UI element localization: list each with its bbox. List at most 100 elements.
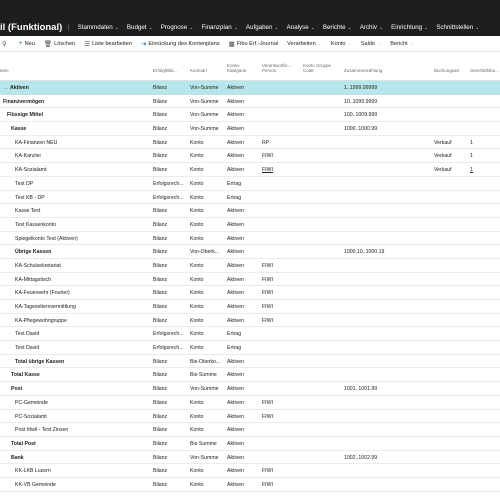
- table-row[interactable]: Total Kasse Bilanz Bis-Summe Aktiven: [0, 368, 500, 383]
- table-row[interactable]: KA-Pflegewohngruppe Bilanz Konto Aktiven FIW…: [0, 314, 500, 328]
- fibu-journal-button[interactable]: ▦ Fibu Erf.-Journal: [229, 40, 279, 48]
- table-row[interactable]: KA-Tageselternvermittlung Bilanz Konto Akti…: [0, 300, 500, 314]
- cell-zusammen: 100..1009.999: [344, 112, 378, 119]
- nav-label: Prognose: [160, 24, 188, 31]
- nav-analyse[interactable]: Analyse ⌄: [287, 24, 315, 31]
- cell-name[interactable]: Bank: [11, 455, 24, 461]
- cell-name[interactable]: KK-VB Gemeinde: [15, 482, 56, 488]
- table-row[interactable]: Test DP Erfolgsrech... Konto Ertrag: [0, 177, 500, 191]
- cell-name[interactable]: Test KB - DP: [15, 195, 45, 201]
- column-header-kontoart[interactable]: Kontoart: [190, 68, 207, 73]
- bericht-menu[interactable]: Bericht ⌄: [390, 41, 414, 47]
- nav-aufgaben[interactable]: Aufgaben ⌄: [246, 24, 279, 31]
- cell-name[interactable]: Flüssige Mittel: [7, 112, 43, 118]
- cell-name[interactable]: Test David: [15, 331, 39, 337]
- table-row[interactable]: KK-VB Gemeinde Bilanz Konto Aktiven FIWI: [0, 478, 500, 492]
- column-header-person[interactable]: Verantwortlic... Person: [262, 63, 292, 73]
- verarbeiten-menu[interactable]: Verarbeiten ⌄: [287, 41, 322, 47]
- cell-name[interactable]: Total Kasse: [11, 372, 40, 378]
- table-row[interactable]: KA-Kanzlei Bilanz Konto Aktiven FIWI Verkauf 1: [0, 149, 500, 164]
- new-button[interactable]: + Neu: [19, 40, 35, 47]
- edit-list-button[interactable]: ☰ Liste bearbeiten: [84, 40, 132, 48]
- nav-stammdaten[interactable]: Stammdaten ⌄: [78, 24, 119, 31]
- cell-kategorie: Aktiven: [227, 85, 245, 91]
- cell-name[interactable]: Total übrige Kassen: [15, 359, 64, 365]
- cell-kategorie: Aktiven: [227, 290, 245, 297]
- cell-name[interactable]: Test DP: [15, 181, 33, 187]
- table-row[interactable]: KA-Feuerwehr (Fourier) Bilanz Konto Aktiven…: [0, 286, 500, 300]
- table-row[interactable]: → Aktiven Bilanz Von-Summe Aktiven 1..1999.99…: [0, 81, 500, 95]
- cell-name[interactable]: Test Kassenkonto: [15, 222, 56, 228]
- cell-name[interactable]: KA-Feuerwehr (Fourier): [15, 290, 70, 296]
- cell-name[interactable]: Total Post: [11, 441, 36, 447]
- nav-prognose[interactable]: Prognose ⌄: [161, 24, 194, 31]
- table-row[interactable]: Total Post Bilanz Bis-Summe Aktiven: [0, 437, 500, 451]
- cell-name[interactable]: KK-LKB Luzern: [15, 468, 51, 474]
- table-row[interactable]: KA-Finanzen NEU Bilanz Konto Aktiven RP Verka…: [0, 136, 500, 150]
- saldo-menu[interactable]: Saldo ⌄: [361, 41, 382, 47]
- search-button[interactable]: ⚲: [2, 40, 9, 48]
- table-row[interactable]: Kasse Test Bilanz Konto Aktiven: [0, 204, 500, 218]
- cell-name[interactable]: KA-Sozialamt: [15, 167, 46, 173]
- cell-name[interactable]: KA-Pflegewohngruppe: [15, 318, 67, 324]
- nav-berichte[interactable]: Berichte ⌄: [323, 24, 352, 31]
- column-header-geschaeft[interactable]: Geschäftsbu...: [470, 68, 499, 73]
- nav-budget[interactable]: Budget ⌄: [127, 24, 153, 31]
- column-header-zusammen[interactable]: Zusammenzählung: [344, 68, 382, 73]
- cell-name[interactable]: Spiegelkonto Test (Aktiven): [15, 236, 78, 242]
- table-row[interactable]: Finanzvermögen Bilanz Von-Summe Aktiven 10..…: [0, 95, 500, 109]
- table-row[interactable]: Übrige Kassen Bilanz Von-Oberk... Aktiven 10…: [0, 245, 500, 259]
- column-header-erfolg[interactable]: Erfolg/Bila...: [153, 68, 177, 73]
- table-row[interactable]: Test David Erfolgsrech... Konto Ertrag: [0, 341, 500, 355]
- delete-button[interactable]: 🗑 Löschen: [44, 40, 75, 48]
- table-row[interactable]: Spiegelkonto Test (Aktiven) Bilanz Konto Ak…: [0, 232, 500, 246]
- nav-einrichtung[interactable]: Einrichtung ⌄: [391, 24, 428, 31]
- cell-name[interactable]: PC-Sozialamt: [15, 414, 47, 420]
- table-row[interactable]: Total übrige Kassen Bilanz Bis-Oberko... Ak…: [0, 355, 500, 369]
- table-row[interactable]: KA-Mittagstisch Bilanz Konto Aktiven FIWI: [0, 273, 500, 287]
- column-header-name[interactable]: ame: [0, 68, 9, 73]
- nav-archiv[interactable]: Archiv ⌄: [360, 24, 383, 31]
- table-row[interactable]: Test KB - DP Erfolgsrech... Konto Ertrag: [0, 191, 500, 205]
- cell-name[interactable]: KA-Schulsekretariat: [15, 263, 61, 269]
- cell-name[interactable]: Finanzvermögen: [3, 99, 44, 105]
- table-row[interactable]: Test Kassenkonto Bilanz Konto Aktiven: [0, 218, 500, 232]
- cell-erfolg: Bilanz: [153, 386, 168, 393]
- cell-zusammen: 1001..1001.99: [344, 386, 378, 393]
- cell-name[interactable]: KA-Kanzlei: [15, 153, 41, 159]
- column-header-gruppe[interactable]: Konto Gruppe Code: [303, 63, 331, 73]
- cell-name[interactable]: KA-Tageselternvermittlung: [15, 304, 76, 310]
- cell-kontoart: Konto: [190, 167, 204, 174]
- cell-name[interactable]: KA-Finanzen NEU: [15, 140, 57, 146]
- cell-name[interactable]: Post: [11, 386, 22, 392]
- table-row[interactable]: KK-LKB Luzern Bilanz Konto Aktiven FIWI: [0, 464, 500, 478]
- table-row[interactable]: PC-Sozialamt Bilanz Konto Aktiven FIWI: [0, 410, 500, 424]
- table-row[interactable]: Flüssige Mittel Bilanz Von-Summe Aktiven 100…: [0, 108, 500, 123]
- table-row[interactable]: Test David Erfolgsrech... Konto Ertrag: [0, 327, 500, 342]
- table-row[interactable]: KA-Schulsekretariat Bilanz Konto Aktiven FIW…: [0, 259, 500, 273]
- indent-chart-button[interactable]: ⇥ Einrückung des Kontenplans: [141, 40, 220, 48]
- table-row[interactable]: Kasse Bilanz Von-Summe Aktiven 1000..1000.99: [0, 122, 500, 136]
- nav-schnittstellen[interactable]: Schnittstellen ⌄: [436, 24, 479, 31]
- cell-name[interactable]: KA-Mittagstisch: [15, 277, 51, 283]
- table-row[interactable]: PC-Gemeinde Bilanz Konto Aktiven FIWI: [0, 396, 500, 410]
- table-row[interactable]: KA-Sozialamt Bilanz Konto Aktiven FIWI Verkau…: [0, 163, 500, 177]
- cell-name[interactable]: Kasse: [11, 126, 26, 132]
- table-row[interactable]: Post Bilanz Von-Summe Aktiven 1001..1001.99: [0, 382, 500, 396]
- column-header-kategorie[interactable]: Konto- Kategorie: [227, 63, 246, 73]
- cell-name[interactable]: Aktiven: [10, 85, 29, 91]
- cell-name[interactable]: Post Ittwil - Test Zinsen: [15, 427, 68, 433]
- column-header-buchungsart[interactable]: Buchungsart: [434, 68, 459, 73]
- cell-name[interactable]: Übrige Kassen: [15, 249, 51, 255]
- table-row[interactable]: Bank Bilanz Von-Summe Aktiven 1002..1002.99: [0, 451, 500, 465]
- cell-name[interactable]: Test David: [15, 345, 39, 351]
- table-row[interactable]: Post Ittwil - Test Zinsen Bilanz Konto Akti…: [0, 423, 500, 437]
- konto-menu[interactable]: Konto ⌄: [331, 41, 352, 47]
- nav-separator: |: [68, 24, 70, 31]
- cell-name[interactable]: PC-Gemeinde: [15, 400, 48, 406]
- nav-finanzplan[interactable]: Finanzplan ⌄: [201, 24, 237, 31]
- cell-erfolg: Erfolgsrech...: [153, 345, 184, 352]
- cell-name[interactable]: Kasse Test: [15, 208, 40, 214]
- cell-kontoart: Konto: [190, 262, 204, 269]
- cell-kategorie: Aktiven: [227, 468, 245, 475]
